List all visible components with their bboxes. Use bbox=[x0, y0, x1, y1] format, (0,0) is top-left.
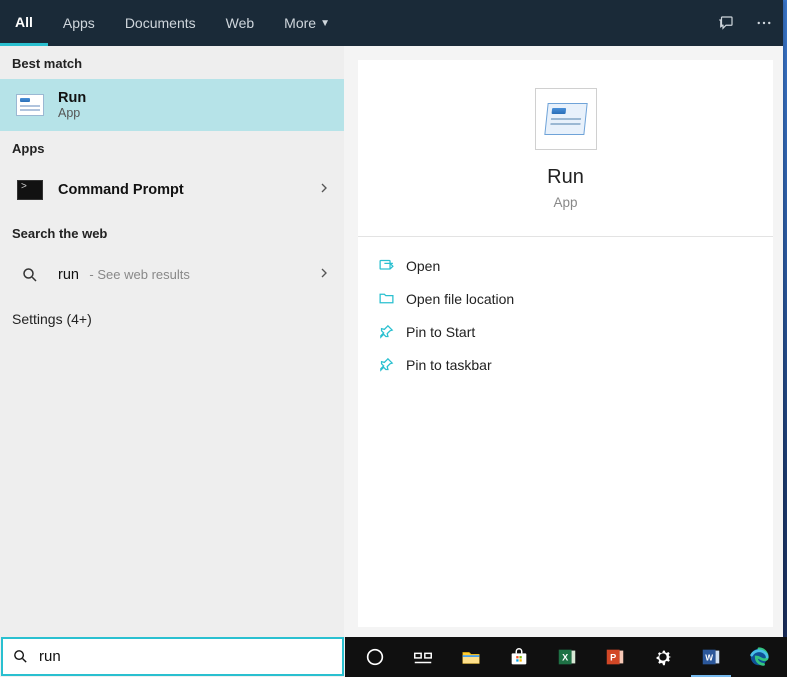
preview-app-icon bbox=[535, 88, 597, 150]
taskbar-edge[interactable] bbox=[735, 637, 783, 677]
action-open[interactable]: Open bbox=[364, 249, 767, 282]
word-icon: W bbox=[700, 646, 722, 668]
open-icon bbox=[378, 257, 406, 274]
folder-icon bbox=[378, 290, 406, 307]
action-label: Pin to Start bbox=[406, 324, 475, 340]
desktop-right-edge bbox=[783, 0, 787, 677]
action-pin-to-taskbar[interactable]: Pin to taskbar bbox=[364, 348, 767, 381]
section-header-apps: Apps bbox=[0, 131, 344, 164]
search-filter-tabs: All Apps Documents Web More ▼ bbox=[0, 0, 783, 46]
taskbar-settings[interactable] bbox=[639, 637, 687, 677]
result-app-command-prompt[interactable]: Command Prompt bbox=[0, 164, 344, 216]
result-subtitle: App bbox=[58, 106, 332, 120]
taskbar-cortana-button[interactable] bbox=[351, 637, 399, 677]
preview-title: Run bbox=[358, 166, 773, 189]
search-input[interactable] bbox=[37, 647, 342, 666]
tab-more-label: More bbox=[284, 15, 316, 31]
section-header-settings[interactable]: Settings (4+) bbox=[0, 301, 344, 337]
preview-column: Run App Open Open file location bbox=[344, 46, 783, 637]
tab-all[interactable]: All bbox=[0, 0, 48, 46]
tab-apps[interactable]: Apps bbox=[48, 0, 110, 46]
store-icon bbox=[508, 646, 530, 668]
preview-actions: Open Open file location Pin to Start bbox=[358, 237, 773, 393]
taskbar-powerpoint[interactable]: P bbox=[591, 637, 639, 677]
preview-subtitle: App bbox=[358, 195, 773, 210]
search-panel: All Apps Documents Web More ▼ Best match bbox=[0, 0, 783, 637]
chevron-right-icon[interactable] bbox=[316, 265, 332, 286]
options-button[interactable] bbox=[745, 0, 783, 46]
task-view-icon bbox=[412, 646, 434, 668]
result-title: Command Prompt bbox=[58, 182, 316, 198]
powerpoint-icon: P bbox=[604, 646, 626, 668]
result-web-search[interactable]: run - See web results bbox=[0, 249, 344, 301]
svg-text:P: P bbox=[610, 653, 616, 663]
svg-text:W: W bbox=[705, 654, 713, 663]
tab-more[interactable]: More ▼ bbox=[269, 0, 345, 46]
action-open-file-location[interactable]: Open file location bbox=[364, 282, 767, 315]
feedback-icon bbox=[717, 14, 735, 32]
search-icon bbox=[3, 648, 37, 665]
action-pin-to-start[interactable]: Pin to Start bbox=[364, 315, 767, 348]
run-app-icon bbox=[12, 87, 48, 123]
web-result-query: run bbox=[58, 267, 79, 283]
tab-web[interactable]: Web bbox=[211, 0, 270, 46]
result-title: Run bbox=[58, 90, 332, 106]
chevron-down-icon: ▼ bbox=[320, 18, 330, 29]
feedback-button[interactable] bbox=[707, 0, 745, 46]
taskbar-file-explorer[interactable] bbox=[447, 637, 495, 677]
pin-icon bbox=[378, 356, 406, 373]
taskbar-word[interactable]: W bbox=[687, 637, 735, 677]
section-header-search-web: Search the web bbox=[0, 216, 344, 249]
action-label: Open file location bbox=[406, 291, 514, 307]
taskbar: X P W bbox=[345, 637, 787, 677]
svg-text:X: X bbox=[562, 653, 569, 663]
section-header-best-match: Best match bbox=[0, 46, 344, 79]
file-explorer-icon bbox=[460, 646, 482, 668]
preview-card: Run App Open Open file location bbox=[358, 60, 773, 627]
search-box[interactable] bbox=[1, 637, 344, 676]
chevron-right-icon[interactable] bbox=[316, 180, 332, 201]
cortana-icon bbox=[364, 646, 386, 668]
action-label: Pin to taskbar bbox=[406, 357, 492, 373]
command-prompt-icon bbox=[12, 172, 48, 208]
excel-icon: X bbox=[556, 646, 578, 668]
web-result-suffix: - See web results bbox=[89, 267, 189, 282]
edge-icon bbox=[748, 646, 770, 668]
more-horizontal-icon bbox=[755, 14, 773, 32]
tab-documents[interactable]: Documents bbox=[110, 0, 211, 46]
search-icon bbox=[12, 257, 48, 293]
pin-icon bbox=[378, 323, 406, 340]
gear-icon bbox=[652, 646, 674, 668]
taskbar-task-view-button[interactable] bbox=[399, 637, 447, 677]
result-best-match-run[interactable]: Run App bbox=[0, 79, 344, 131]
taskbar-microsoft-store[interactable] bbox=[495, 637, 543, 677]
results-column: Best match Run App Apps Command Prompt S… bbox=[0, 46, 344, 637]
action-label: Open bbox=[406, 258, 440, 274]
taskbar-excel[interactable]: X bbox=[543, 637, 591, 677]
